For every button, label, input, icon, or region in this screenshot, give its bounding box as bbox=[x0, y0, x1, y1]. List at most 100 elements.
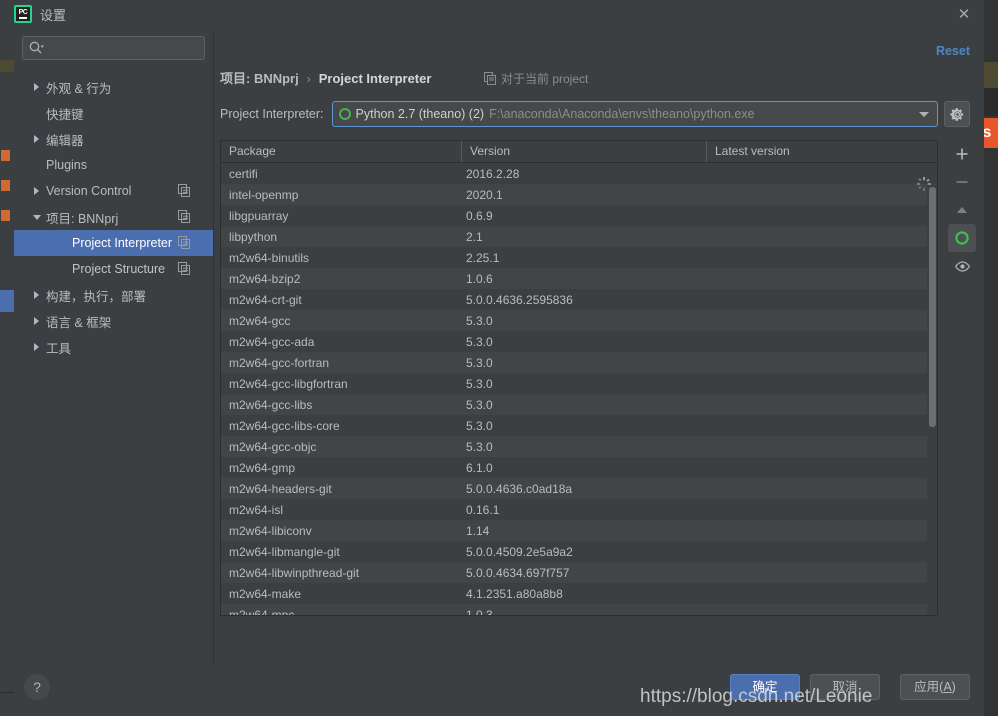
table-row[interactable]: m2w64-mpc 1.0.3 bbox=[221, 604, 937, 615]
cell-package: m2w64-gcc-ada bbox=[229, 334, 315, 349]
column-header-1[interactable]: Version bbox=[461, 141, 706, 162]
table-row[interactable]: m2w64-gmp 6.1.0 bbox=[221, 457, 937, 478]
chevron-right-icon[interactable] bbox=[34, 291, 39, 299]
breadcrumb-separator: › bbox=[306, 72, 311, 86]
sidebar-item-1[interactable]: 快捷键 bbox=[14, 100, 213, 126]
cell-package: m2w64-libmangle-git bbox=[229, 544, 340, 559]
chevron-right-icon[interactable] bbox=[34, 83, 39, 91]
cell-version: 5.3.0 bbox=[466, 418, 493, 433]
table-row[interactable]: m2w64-gcc-libgfortran 5.3.0 bbox=[221, 373, 937, 394]
table-row[interactable]: m2w64-gcc-ada 5.3.0 bbox=[221, 331, 937, 352]
reset-link[interactable]: Reset bbox=[936, 44, 970, 58]
table-row[interactable]: m2w64-bzip2 1.0.6 bbox=[221, 268, 937, 289]
table-row[interactable]: intel-openmp 2020.1 bbox=[221, 184, 937, 205]
sidebar-item-5[interactable]: 项目: BNNprj bbox=[14, 204, 213, 230]
cell-version: 4.1.2351.a80a8b8 bbox=[466, 586, 563, 601]
cell-package: m2w64-libiconv bbox=[229, 523, 312, 538]
copy-icon bbox=[178, 184, 190, 197]
upgrade-package-button[interactable] bbox=[948, 196, 976, 224]
interpreter-settings-button[interactable] bbox=[944, 101, 970, 127]
table-row[interactable]: m2w64-gcc-fortran 5.3.0 bbox=[221, 352, 937, 373]
sidebar-item-2[interactable]: 编辑器 bbox=[14, 126, 213, 152]
cell-version: 1.0.3 bbox=[466, 607, 493, 616]
cell-package: m2w64-gmp bbox=[229, 460, 296, 475]
breadcrumb-current: Project Interpreter bbox=[318, 71, 432, 86]
chevron-right-icon[interactable] bbox=[34, 187, 39, 195]
chevron-right-icon[interactable] bbox=[34, 343, 39, 351]
chevron-down-icon[interactable] bbox=[919, 111, 929, 117]
sidebar-item-label: Version Control bbox=[46, 184, 132, 198]
interpreter-label: Project Interpreter: bbox=[220, 107, 324, 121]
sidebar-item-4[interactable]: Version Control bbox=[14, 178, 213, 204]
ide-marker-2 bbox=[1, 180, 10, 191]
sidebar-item-7[interactable]: Project Structure bbox=[14, 256, 213, 282]
interpreter-select[interactable]: Python 2.7 (theano) (2) F:\anaconda\Anac… bbox=[331, 101, 938, 127]
remove-package-button[interactable] bbox=[948, 168, 976, 196]
sidebar-item-3[interactable]: Plugins bbox=[14, 152, 213, 178]
dialog-body: 外观 & 行为 快捷键 编辑器 Plugins Version Control 项目: B… bbox=[14, 30, 984, 666]
table-scrollbar-thumb[interactable] bbox=[929, 187, 936, 427]
breadcrumb-project[interactable]: 项目: BNNprj bbox=[220, 68, 299, 87]
cell-version: 5.0.0.4636.2595836 bbox=[466, 292, 573, 307]
table-row[interactable]: m2w64-make 4.1.2351.a80a8b8 bbox=[221, 583, 937, 604]
copy-icon bbox=[178, 210, 190, 223]
table-row[interactable]: m2w64-binutils 2.25.1 bbox=[221, 247, 937, 268]
sidebar-item-label: Plugins bbox=[46, 158, 87, 172]
ide-marker-1 bbox=[1, 150, 10, 161]
sidebar-item-0[interactable]: 外观 & 行为 bbox=[14, 74, 213, 100]
add-package-button[interactable] bbox=[948, 140, 976, 168]
dialog-titlebar: PC 设置 ✕ bbox=[14, 0, 984, 30]
cell-package: m2w64-make bbox=[229, 586, 302, 601]
cell-package: m2w64-gcc-libgfortran bbox=[229, 376, 348, 391]
chevron-right-icon[interactable] bbox=[34, 317, 39, 325]
chevron-down-icon[interactable] bbox=[33, 214, 41, 220]
cell-version: 2016.2.28 bbox=[466, 166, 520, 181]
show-early-releases-button[interactable] bbox=[948, 252, 976, 280]
settings-dialog: PC 设置 ✕ 外观 & 行为 快捷键 编辑器 Plugins Version Cont… bbox=[14, 0, 984, 716]
apply-label-key: A bbox=[943, 680, 952, 694]
table-row[interactable]: m2w64-gcc-objc 5.3.0 bbox=[221, 436, 937, 457]
interpreter-status-button[interactable] bbox=[948, 224, 976, 252]
sidebar-item-label: 项目: BNNprj bbox=[46, 211, 119, 226]
apply-button[interactable]: 应用(A) bbox=[900, 674, 970, 700]
table-row[interactable]: m2w64-isl 0.16.1 bbox=[221, 499, 937, 520]
cell-package: m2w64-mpc bbox=[229, 607, 295, 616]
cell-package: m2w64-gcc-libs-core bbox=[229, 418, 340, 433]
cell-package: certifi bbox=[229, 166, 258, 181]
interpreter-name: Python 2.7 (theano) (2) bbox=[355, 107, 485, 121]
cell-version: 5.3.0 bbox=[466, 313, 493, 328]
cell-package: m2w64-gcc-objc bbox=[229, 439, 317, 454]
table-row[interactable]: m2w64-libiconv 1.14 bbox=[221, 520, 937, 541]
table-row[interactable]: m2w64-libmangle-git 5.0.0.4509.2e5a9a2 bbox=[221, 541, 937, 562]
sidebar-item-10[interactable]: 工具 bbox=[14, 334, 213, 360]
pycharm-logo-icon: PC bbox=[14, 5, 32, 23]
sidebar-item-6[interactable]: Project Interpreter bbox=[14, 230, 213, 256]
column-header-0[interactable]: Package bbox=[221, 141, 461, 162]
table-row[interactable]: m2w64-gcc-libs-core 5.3.0 bbox=[221, 415, 937, 436]
copy-icon bbox=[178, 236, 190, 249]
table-row[interactable]: libpython 2.1 bbox=[221, 226, 937, 247]
table-header-row: Package Version Latest version bbox=[221, 141, 937, 163]
table-row[interactable]: m2w64-libwinpthread-git 5.0.0.4634.697f75… bbox=[221, 562, 937, 583]
cell-version: 1.14 bbox=[466, 523, 490, 538]
cell-package: libpython bbox=[229, 229, 278, 244]
column-header-2[interactable]: Latest version bbox=[706, 141, 937, 162]
search-input[interactable] bbox=[22, 36, 205, 60]
scope-note: 对于当前 project bbox=[484, 70, 588, 87]
table-scrollbar[interactable] bbox=[927, 185, 937, 615]
table-row[interactable]: libgpuarray 0.6.9 bbox=[221, 205, 937, 226]
chevron-right-icon[interactable] bbox=[34, 135, 39, 143]
cell-version: 0.6.9 bbox=[466, 208, 493, 223]
cell-package: m2w64-gcc-libs bbox=[229, 397, 313, 412]
help-button[interactable]: ? bbox=[24, 674, 50, 700]
table-row[interactable]: certifi 2016.2.28 bbox=[221, 163, 937, 191]
table-row[interactable]: m2w64-gcc-libs 5.3.0 bbox=[221, 394, 937, 415]
sidebar-item-9[interactable]: 语言 & 框架 bbox=[14, 308, 213, 334]
sidebar-item-8[interactable]: 构建，执行，部署 bbox=[14, 282, 213, 308]
table-row[interactable]: m2w64-gcc 5.3.0 bbox=[221, 310, 937, 331]
table-row[interactable]: m2w64-crt-git 5.0.0.4636.2595836 bbox=[221, 289, 937, 310]
table-row[interactable]: m2w64-headers-git 5.0.0.4636.c0ad18a bbox=[221, 478, 937, 499]
close-icon[interactable]: ✕ bbox=[954, 5, 974, 25]
cell-version: 2020.1 bbox=[466, 187, 503, 202]
cell-version: 5.0.0.4636.c0ad18a bbox=[466, 481, 573, 496]
